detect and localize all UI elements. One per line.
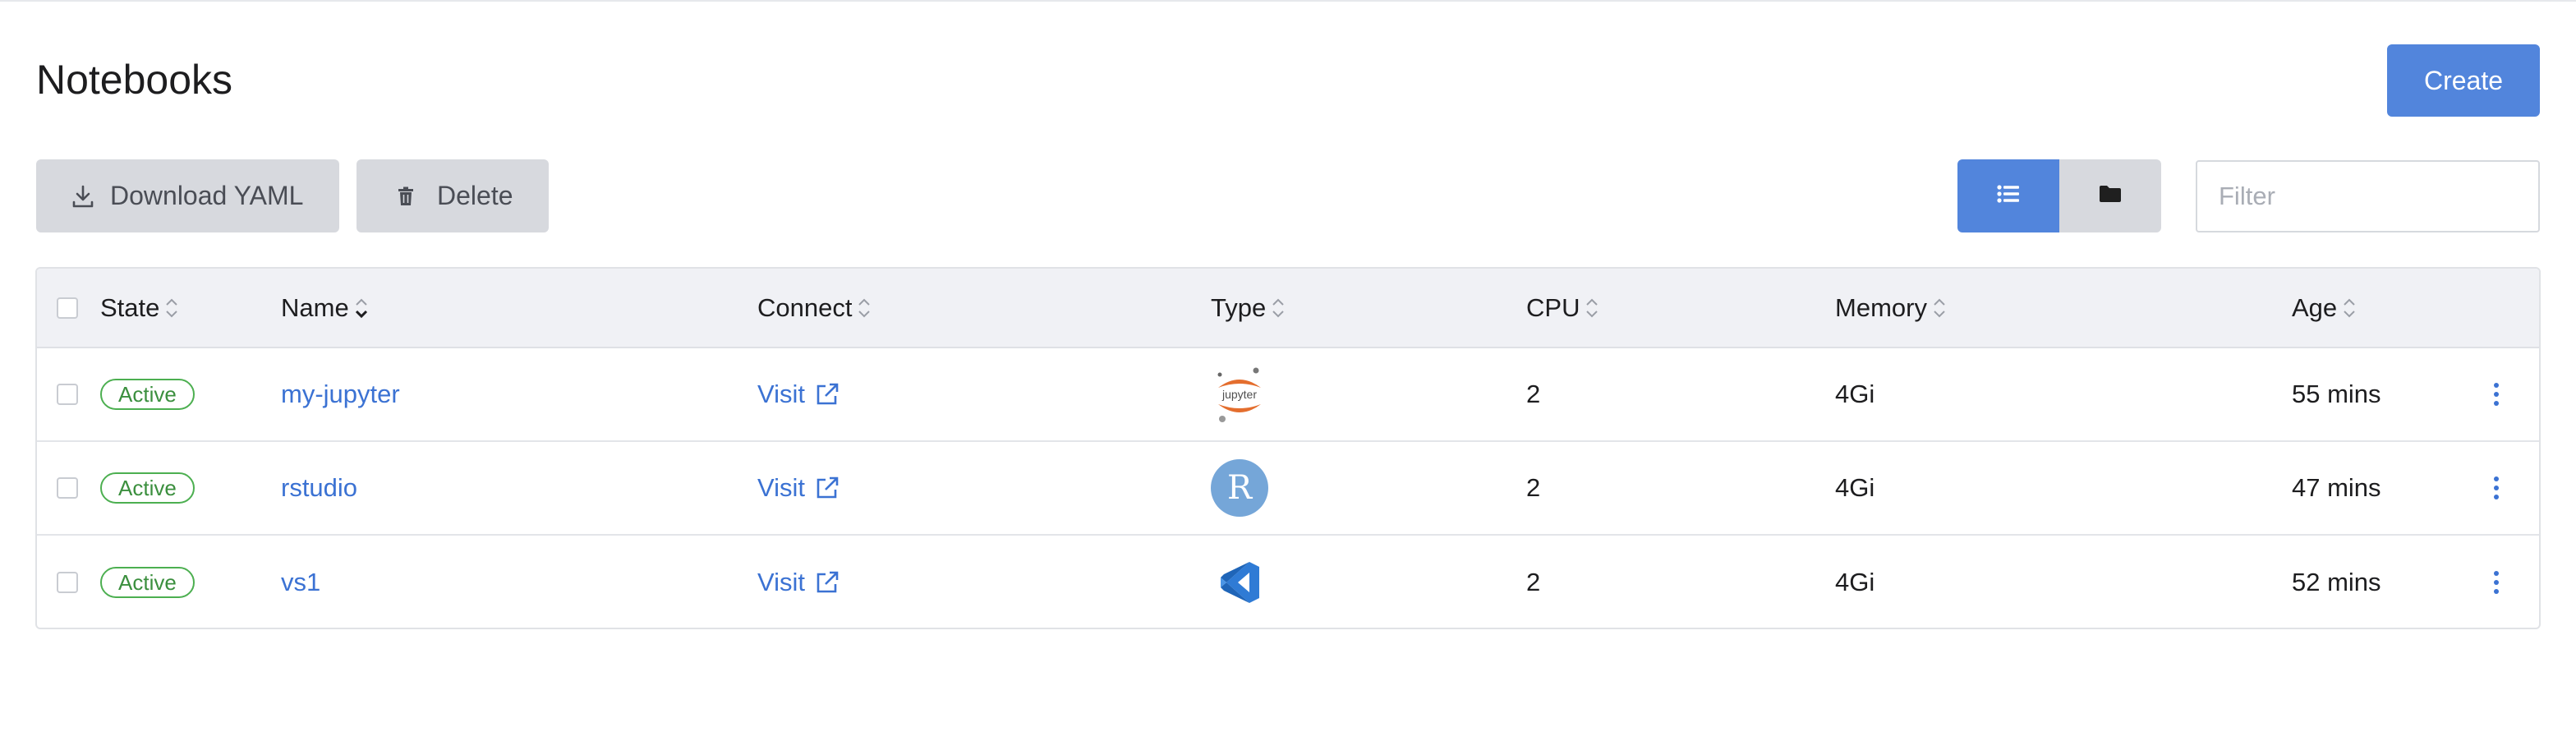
vscode-icon xyxy=(1210,553,1269,612)
download-icon xyxy=(72,185,94,208)
sort-icon xyxy=(164,296,179,320)
cpu-value: 2 xyxy=(1526,473,1541,502)
table-header: State Name Connect Type CPU Memory Age xyxy=(37,269,2539,348)
sort-icon xyxy=(857,296,872,320)
trash-icon xyxy=(398,186,414,206)
column-header-state[interactable]: State xyxy=(100,269,179,347)
folder-icon xyxy=(2099,185,2122,207)
memory-value: 4Gi xyxy=(1835,568,1875,596)
row-checkbox[interactable] xyxy=(57,384,78,405)
column-header-connect[interactable]: Connect xyxy=(757,269,872,347)
connect-header-label: Connect xyxy=(757,292,853,322)
column-header-cpu[interactable]: CPU xyxy=(1526,269,1599,347)
age-value: 47 mins xyxy=(2292,473,2381,502)
column-header-age[interactable]: Age xyxy=(2292,269,2357,347)
jupyter-icon: jupyter xyxy=(1210,365,1269,424)
visit-link[interactable]: Visit xyxy=(757,442,840,534)
sort-desc-icon xyxy=(354,296,369,320)
status-badge: Active xyxy=(100,379,195,410)
visit-link[interactable]: Visit xyxy=(757,348,840,440)
filter-input[interactable] xyxy=(2196,160,2540,232)
top-divider xyxy=(0,0,2576,2)
age-header-label: Age xyxy=(2292,292,2338,322)
status-badge: Active xyxy=(100,472,195,504)
age-value: 52 mins xyxy=(2292,568,2381,596)
status-badge: Active xyxy=(100,567,195,598)
rstudio-icon: R xyxy=(1210,458,1269,518)
memory-value: 4Gi xyxy=(1835,380,1875,408)
sort-icon xyxy=(1585,296,1599,320)
column-header-type[interactable]: Type xyxy=(1211,269,1286,347)
notebooks-table: State Name Connect Type CPU Memory Age A… xyxy=(35,267,2541,629)
list-view-toggle[interactable] xyxy=(1957,159,2059,232)
visit-label: Visit xyxy=(757,473,806,502)
age-value: 55 mins xyxy=(2292,380,2381,408)
table-row: Active vs1 Visit 2 4Gi 52 mins xyxy=(37,536,2539,628)
table-row: Active rstudio Visit R 2 4Gi 47 mins xyxy=(37,442,2539,536)
visit-label: Visit xyxy=(757,380,806,408)
row-actions-menu[interactable] xyxy=(2488,476,2505,499)
sort-icon xyxy=(1932,296,1947,320)
notebook-name-link[interactable]: my-jupyter xyxy=(281,380,400,409)
memory-value: 4Gi xyxy=(1835,473,1875,502)
external-link-icon xyxy=(815,476,840,500)
column-header-name[interactable]: Name xyxy=(281,269,369,347)
row-checkbox[interactable] xyxy=(57,477,78,499)
name-header-label: Name xyxy=(281,292,349,322)
row-actions-menu[interactable] xyxy=(2488,383,2505,406)
visit-label: Visit xyxy=(757,568,806,596)
download-yaml-button[interactable]: Download YAML xyxy=(36,159,339,232)
external-link-icon xyxy=(815,570,840,595)
state-header-label: State xyxy=(100,292,160,322)
row-checkbox[interactable] xyxy=(57,572,78,593)
sort-icon xyxy=(2342,296,2357,320)
delete-button[interactable]: Delete xyxy=(356,159,549,232)
table-row: Active my-jupyter Visit jupyter 2 4Gi 55… xyxy=(37,348,2539,442)
page-title: Notebooks xyxy=(36,57,233,103)
column-header-memory[interactable]: Memory xyxy=(1835,269,1947,347)
notebook-name-link[interactable]: rstudio xyxy=(281,473,357,503)
notebook-name-link[interactable]: vs1 xyxy=(281,568,320,597)
type-header-label: Type xyxy=(1211,292,1267,322)
select-all-checkbox[interactable] xyxy=(57,297,78,319)
delete-label: Delete xyxy=(437,181,513,210)
cpu-value: 2 xyxy=(1526,380,1541,408)
sort-icon xyxy=(1271,296,1286,320)
list-icon xyxy=(1997,184,2020,208)
create-button[interactable]: Create xyxy=(2387,44,2540,117)
visit-link[interactable]: Visit xyxy=(757,536,840,628)
select-all-cell xyxy=(57,269,78,347)
cpu-value: 2 xyxy=(1526,568,1541,596)
row-actions-menu[interactable] xyxy=(2488,571,2505,594)
folder-view-toggle[interactable] xyxy=(2059,159,2161,232)
download-yaml-label: Download YAML xyxy=(110,181,304,210)
svg-text:jupyter: jupyter xyxy=(1221,388,1257,401)
cpu-header-label: CPU xyxy=(1526,292,1580,322)
memory-header-label: Memory xyxy=(1835,292,1927,322)
external-link-icon xyxy=(815,382,840,407)
